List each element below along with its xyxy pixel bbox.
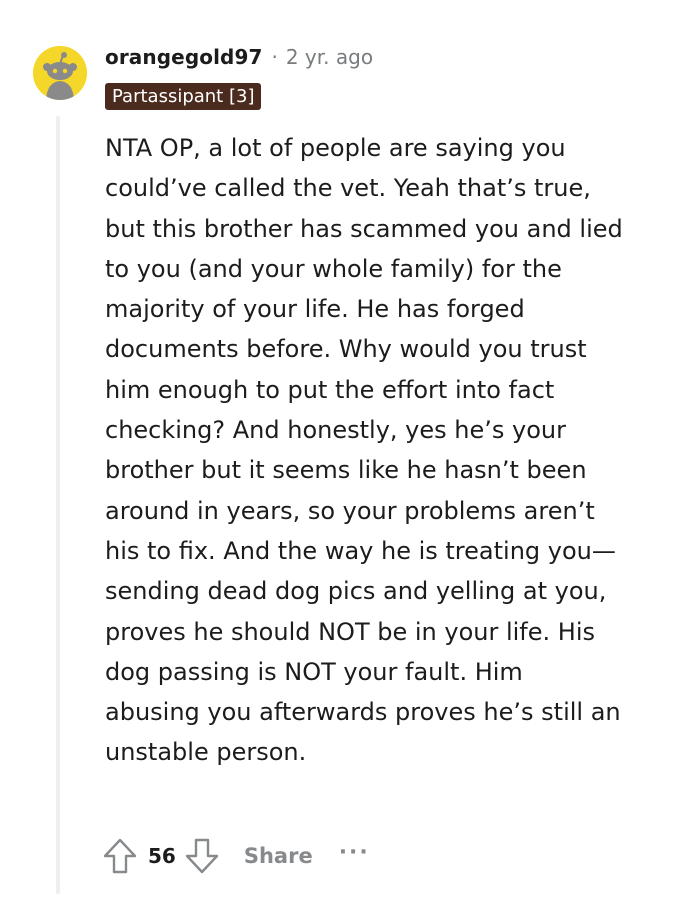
downvote-arrow-icon — [185, 838, 219, 874]
comment-meta: orangegold97 · 2 yr. ago — [105, 42, 373, 72]
downvote-button[interactable] — [182, 836, 222, 876]
meta-separator: · — [271, 45, 278, 69]
username-link[interactable]: orangegold97 — [105, 45, 262, 69]
comment-actions: 56 Share ··· — [100, 834, 370, 878]
snoo-avatar-icon — [33, 46, 87, 100]
comment-body: NTA OP, a lot of people are saying you c… — [105, 128, 625, 773]
more-options-icon[interactable]: ··· — [339, 840, 370, 865]
vote-score: 56 — [148, 844, 176, 868]
user-avatar[interactable] — [33, 46, 87, 100]
timestamp[interactable]: 2 yr. ago — [286, 45, 373, 69]
user-flair: Partassipant [3] — [105, 83, 262, 110]
upvote-button[interactable] — [100, 836, 140, 876]
thread-line[interactable] — [56, 116, 60, 894]
share-button[interactable]: Share — [244, 844, 313, 868]
upvote-arrow-icon — [103, 838, 137, 874]
comment-text: NTA OP, a lot of people are saying you c… — [105, 134, 623, 767]
